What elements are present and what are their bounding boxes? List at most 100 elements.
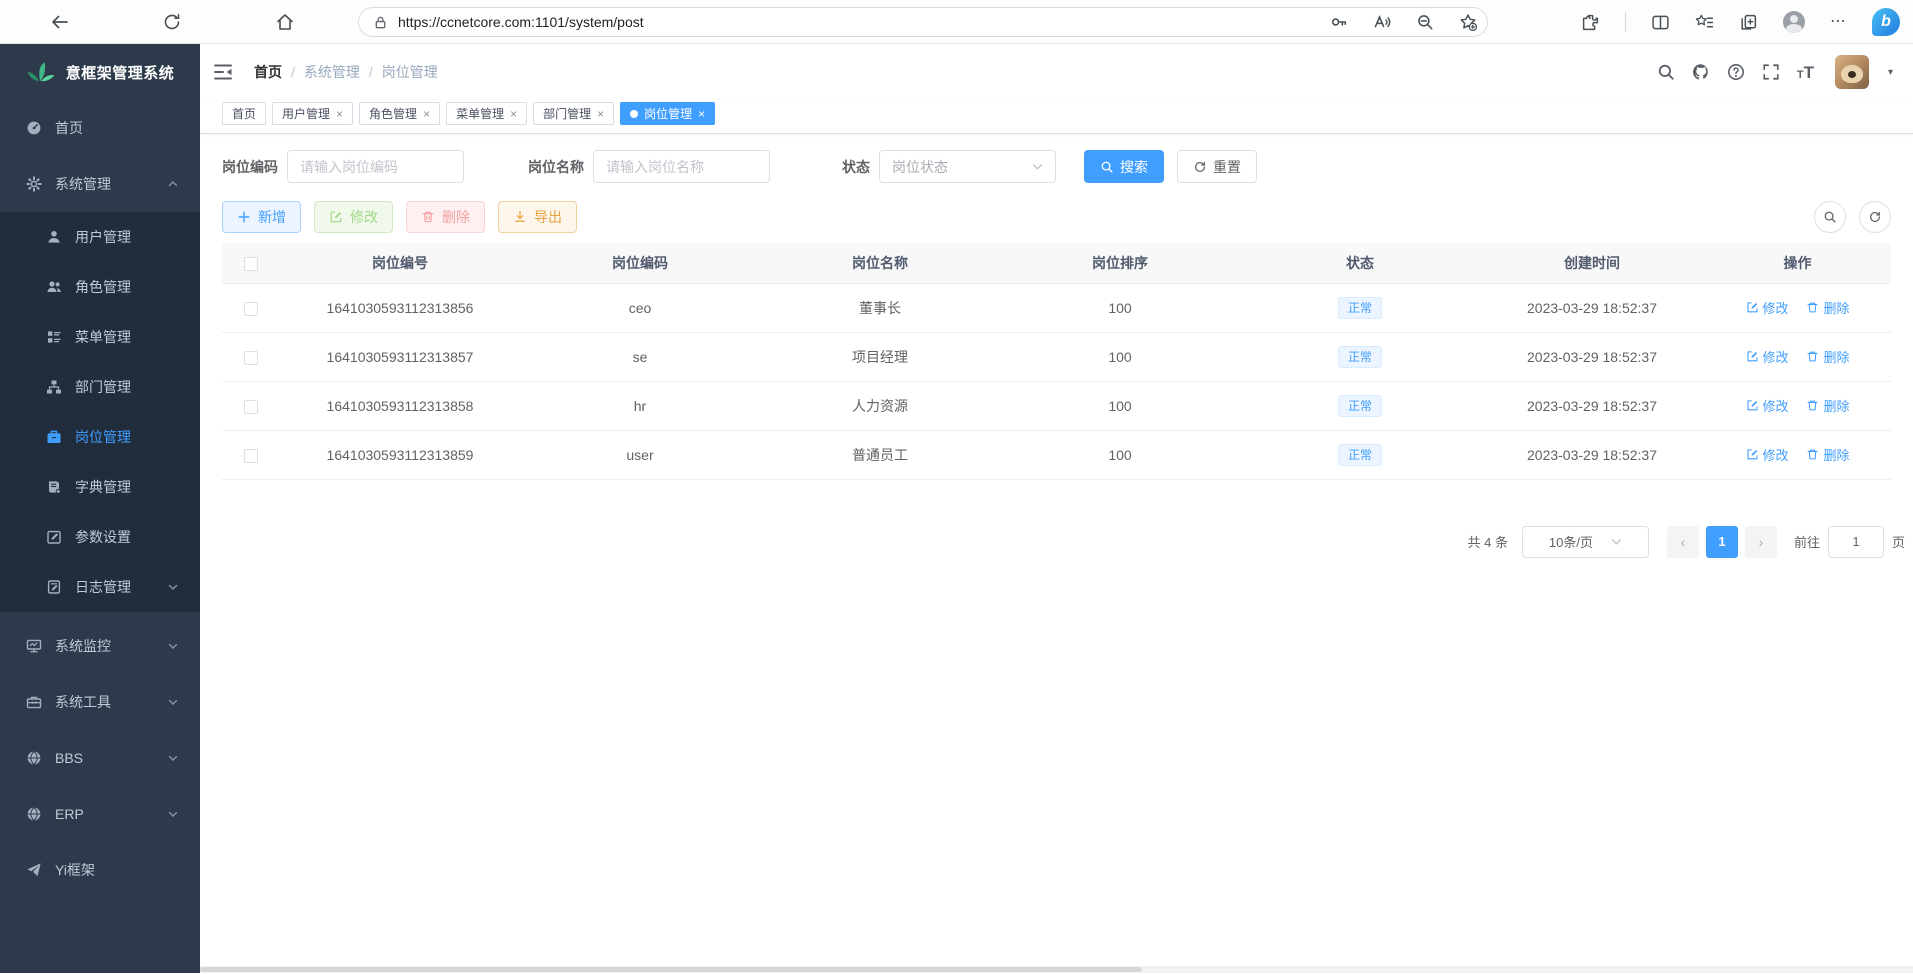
browser-back-icon[interactable] [50,12,70,32]
horizontal-scrollbar[interactable] [200,966,1913,973]
sidebar-item-dictionary-management[interactable]: 字典管理 [0,462,200,512]
row-delete-link[interactable]: 删除 [1806,445,1849,464]
sidebar-item-log-management[interactable]: 日志管理 [0,562,200,612]
close-icon[interactable]: × [698,107,705,121]
url-text[interactable]: https://ccnetcore.com:1101/system/post [398,14,1305,30]
row-delete-link[interactable]: 删除 [1806,347,1849,366]
row-edit-link[interactable]: 修改 [1746,445,1789,464]
github-icon[interactable] [1692,63,1710,81]
topbar: 首页 / 系统管理 / 岗位管理 TT ▾ [200,44,1913,100]
zoom-out-icon[interactable] [1416,13,1434,31]
password-key-icon[interactable] [1330,13,1348,31]
app-shell: 意框架管理系统 首页 系统管理 用户管理 角色管理 菜单管理 [0,44,1913,973]
chevron-down-icon [168,641,178,651]
post-code-input[interactable] [287,150,464,183]
goto-page-input[interactable] [1828,526,1884,558]
breadcrumb: 首页 / 系统管理 / 岗位管理 [254,62,438,82]
row-edit-link[interactable]: 修改 [1746,298,1789,317]
status-badge: 正常 [1338,346,1382,368]
refresh-table-button[interactable] [1859,201,1891,233]
tab-menu-management[interactable]: 菜单管理× [446,102,527,125]
tab-role-management[interactable]: 角色管理× [359,102,440,125]
add-button[interactable]: 新增 [222,201,301,233]
edit-button[interactable]: 修改 [314,201,393,233]
sidebar-item-post-management[interactable]: 岗位管理 [0,412,200,462]
collapse-sidebar-icon[interactable] [212,61,234,83]
row-checkbox[interactable] [244,400,258,414]
close-icon[interactable]: × [423,107,430,121]
pagination: 共 4 条 10条/页 ‹ 1 › 前往 页 [222,526,1905,558]
chevron-down-icon [168,809,178,819]
chevron-up-icon [168,179,178,189]
page-content: 岗位编码 岗位名称 状态 岗位状态 搜索 重置 [200,134,1913,973]
plus-icon [237,210,251,224]
post-name-input[interactable] [593,150,770,183]
export-button[interactable]: 导出 [498,201,577,233]
status-badge: 正常 [1338,297,1382,319]
tab-home[interactable]: 首页 [222,102,266,125]
font-size-icon[interactable]: TT [1797,64,1814,81]
browser-right-icons: ⋯ b [1581,0,1900,44]
row-edit-link[interactable]: 修改 [1746,396,1789,415]
select-all-checkbox[interactable] [244,257,258,271]
extensions-icon[interactable] [1581,13,1600,32]
browser-address-bar[interactable]: https://ccnetcore.com:1101/system/post [358,7,1488,37]
sidebar-item-role-management[interactable]: 角色管理 [0,262,200,312]
reset-button[interactable]: 重置 [1177,150,1257,183]
page-size-select[interactable]: 10条/页 [1522,526,1649,558]
row-delete-link[interactable]: 删除 [1806,298,1849,317]
sidebar-item-department-management[interactable]: 部门管理 [0,362,200,412]
breadcrumb-separator: / [369,64,373,80]
prev-page-button[interactable]: ‹ [1667,526,1699,558]
monitor-icon [26,638,42,654]
tab-user-management[interactable]: 用户管理× [272,102,353,125]
next-page-button[interactable]: › [1745,526,1777,558]
fullscreen-icon[interactable] [1762,63,1780,81]
tab-post-management[interactable]: 岗位管理× [620,102,715,125]
row-delete-link[interactable]: 删除 [1806,396,1849,415]
help-icon[interactable] [1727,63,1745,81]
browser-profile-avatar[interactable] [1783,11,1805,33]
sidebar-item-erp[interactable]: ERP [0,786,200,842]
sidebar-item-home[interactable]: 首页 [0,100,200,156]
tab-department-management[interactable]: 部门管理× [533,102,614,125]
sidebar-item-parameter-settings[interactable]: 参数设置 [0,512,200,562]
favorites-bar-icon[interactable] [1695,13,1714,32]
sidebar-item-yi-framework[interactable]: Yi框架 [0,842,200,898]
row-edit-link[interactable]: 修改 [1746,347,1789,366]
row-checkbox[interactable] [244,351,258,365]
sidebar-item-user-management[interactable]: 用户管理 [0,212,200,262]
page-1-button[interactable]: 1 [1706,526,1738,558]
browser-home-icon[interactable] [275,12,295,32]
collections-icon[interactable] [1739,13,1758,32]
browser-refresh-icon[interactable] [162,12,182,32]
scrollbar-thumb[interactable] [200,967,1142,972]
col-actions: 操作 [1704,243,1891,283]
user-avatar[interactable] [1835,55,1869,89]
search-button[interactable]: 搜索 [1084,150,1164,183]
avatar-caret-down-icon[interactable]: ▾ [1888,67,1893,78]
globe-icon [26,806,42,822]
show-search-button[interactable] [1814,201,1846,233]
breadcrumb-home[interactable]: 首页 [254,62,282,82]
close-icon[interactable]: × [336,107,343,121]
add-favorite-icon[interactable] [1459,13,1477,31]
col-status: 状态 [1240,243,1480,283]
close-icon[interactable]: × [597,107,604,121]
row-checkbox[interactable] [244,449,258,463]
split-screen-icon[interactable] [1651,13,1670,32]
browser-menu-icon[interactable]: ⋯ [1830,0,1847,44]
sidebar-item-system-monitor[interactable]: 系统监控 [0,618,200,674]
sidebar-item-bbs[interactable]: BBS [0,730,200,786]
row-checkbox[interactable] [244,302,258,316]
delete-button[interactable]: 删除 [406,201,485,233]
refresh-icon [1868,210,1882,224]
read-aloud-icon[interactable] [1373,13,1391,31]
close-icon[interactable]: × [510,107,517,121]
status-select[interactable]: 岗位状态 [879,150,1056,183]
sidebar-item-system-management[interactable]: 系统管理 [0,156,200,212]
sidebar-item-system-tools[interactable]: 系统工具 [0,674,200,730]
bing-copilot-icon[interactable]: b [1872,8,1900,36]
search-icon[interactable] [1657,63,1675,81]
sidebar-item-menu-management[interactable]: 菜单管理 [0,312,200,362]
